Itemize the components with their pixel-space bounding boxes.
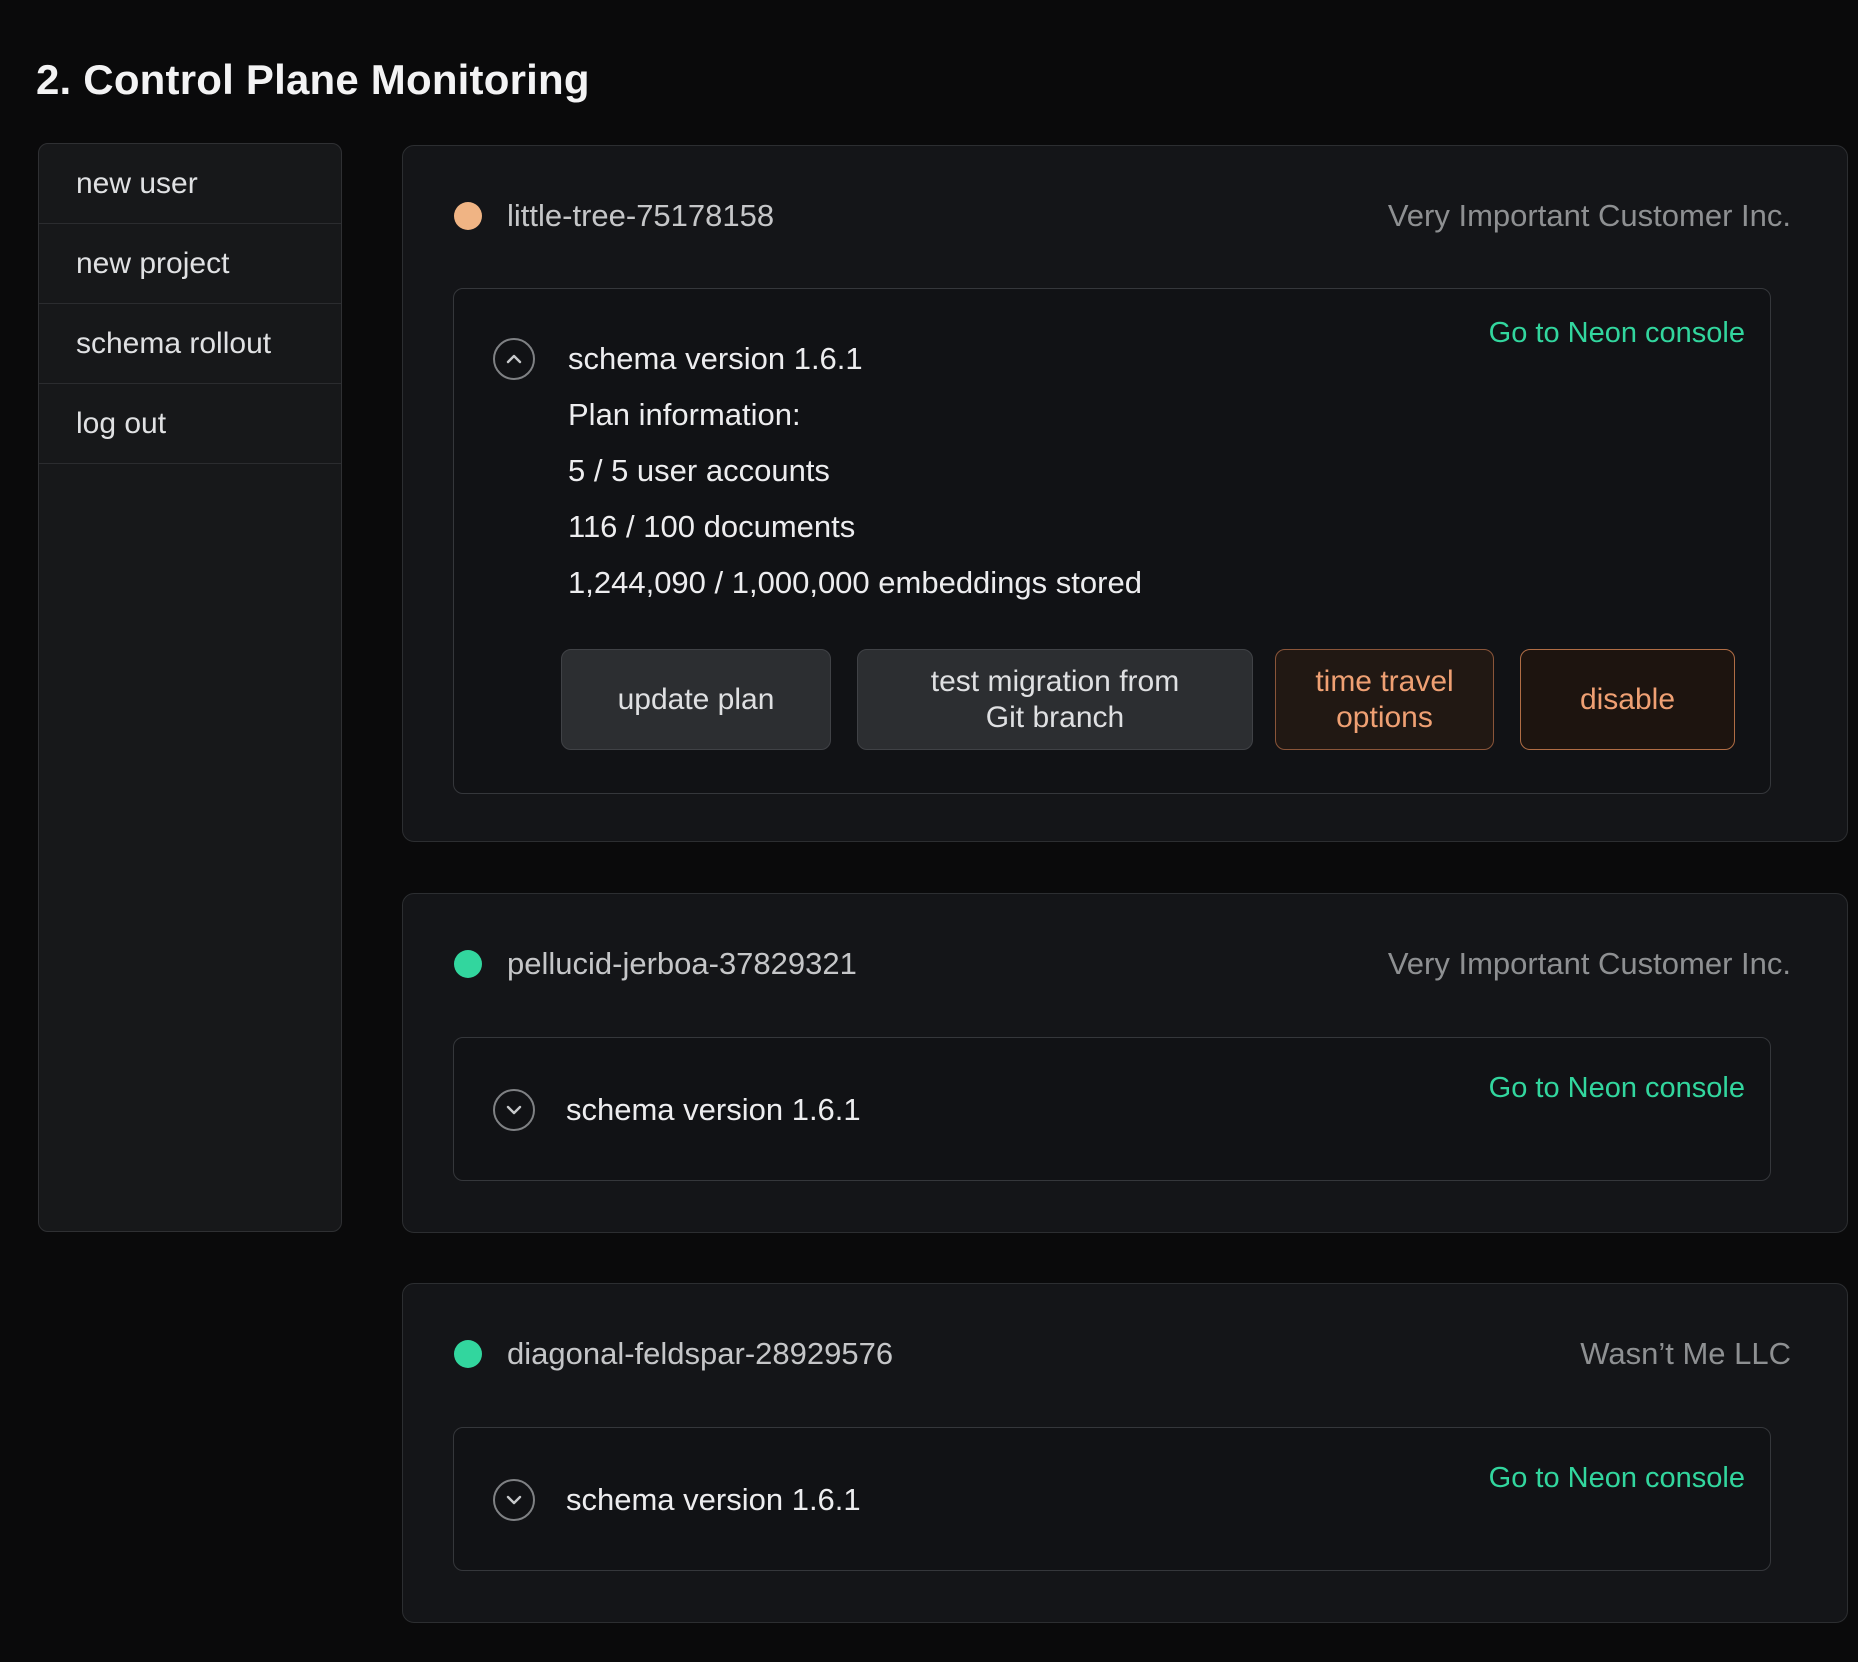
neon-console-link[interactable]: Go to Neon console xyxy=(1489,1462,1745,1495)
button-label: test migration from Git branch xyxy=(915,664,1195,736)
button-label: time travel options xyxy=(1305,664,1465,736)
page-title: 2. Control Plane Monitoring xyxy=(36,56,590,104)
schema-version: schema version 1.6.1 xyxy=(566,1482,861,1518)
neon-console-link[interactable]: Go to Neon console xyxy=(1489,317,1745,350)
sidebar-item-new-project[interactable]: new project xyxy=(39,224,341,304)
project-detail-panel: Go to Neon console schema version 1.6.1 xyxy=(453,1037,1771,1181)
status-dot-icon xyxy=(454,202,482,230)
plan-info-line: 5 / 5 user accounts xyxy=(568,443,1142,499)
chevron-up-icon xyxy=(504,350,524,368)
disable-button[interactable]: disable xyxy=(1520,649,1735,750)
neon-console-link[interactable]: Go to Neon console xyxy=(1489,1072,1745,1105)
project-name: diagonal-feldspar-28929576 xyxy=(507,1336,893,1372)
schema-version: schema version 1.6.1 xyxy=(566,1092,861,1128)
button-label: update plan xyxy=(618,682,775,718)
project-name: pellucid-jerboa-37829321 xyxy=(507,946,857,982)
sidebar: new user new project schema rollout log … xyxy=(38,143,342,1232)
sidebar-item-log-out[interactable]: log out xyxy=(39,384,341,464)
collapse-toggle[interactable] xyxy=(493,338,535,380)
expand-toggle[interactable] xyxy=(493,1479,535,1521)
control-plane-monitoring-page: 2. Control Plane Monitoring new user new… xyxy=(0,0,1858,1662)
schema-version: schema version 1.6.1 xyxy=(568,331,1142,387)
customer-name: Wasn’t Me LLC xyxy=(1580,1336,1791,1372)
plan-info-line: Plan information: xyxy=(568,387,1142,443)
update-plan-button[interactable]: update plan xyxy=(561,649,831,750)
project-detail-panel: Go to Neon console schema version 1.6.1 xyxy=(453,1427,1771,1571)
project-card: little-tree-75178158 Very Important Cust… xyxy=(402,145,1848,842)
sidebar-item-new-user[interactable]: new user xyxy=(39,144,341,224)
plan-info-line: 1,244,090 / 1,000,000 embeddings stored xyxy=(568,555,1142,611)
chevron-down-icon xyxy=(504,1101,524,1119)
sidebar-item-schema-rollout[interactable]: schema rollout xyxy=(39,304,341,384)
status-dot-icon xyxy=(454,950,482,978)
project-card-header: little-tree-75178158 Very Important Cust… xyxy=(454,195,1791,237)
chevron-down-icon xyxy=(504,1491,524,1509)
project-card-header: pellucid-jerboa-37829321 Very Important … xyxy=(454,943,1791,985)
schema-row: schema version 1.6.1 xyxy=(493,1478,861,1522)
project-detail-panel: Go to Neon console schema version 1.6.1 … xyxy=(453,288,1771,794)
customer-name: Very Important Customer Inc. xyxy=(1388,946,1791,982)
project-card: diagonal-feldspar-28929576 Wasn’t Me LLC… xyxy=(402,1283,1848,1623)
button-label: disable xyxy=(1580,682,1675,718)
project-card-header: diagonal-feldspar-28929576 Wasn’t Me LLC xyxy=(454,1333,1791,1375)
plan-info: schema version 1.6.1 Plan information: 5… xyxy=(568,331,1142,611)
time-travel-options-button[interactable]: time travel options xyxy=(1275,649,1494,750)
schema-row: schema version 1.6.1 xyxy=(493,1088,861,1132)
customer-name: Very Important Customer Inc. xyxy=(1388,198,1791,234)
project-name: little-tree-75178158 xyxy=(507,198,774,234)
status-dot-icon xyxy=(454,1340,482,1368)
expand-toggle[interactable] xyxy=(493,1089,535,1131)
project-card: pellucid-jerboa-37829321 Very Important … xyxy=(402,893,1848,1233)
plan-info-line: 116 / 100 documents xyxy=(568,499,1142,555)
test-migration-button[interactable]: test migration from Git branch xyxy=(857,649,1253,750)
